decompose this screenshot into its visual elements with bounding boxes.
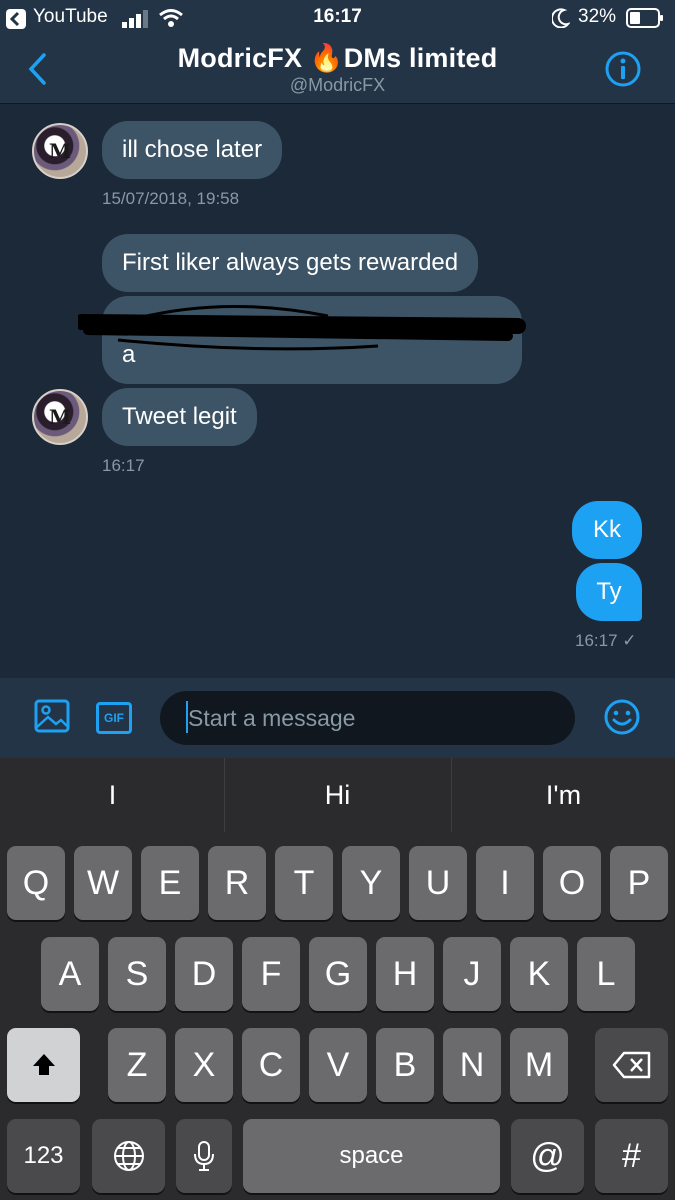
suggestion-3[interactable]: I'm [452,758,675,832]
key-f[interactable]: F [242,937,300,1011]
key-z[interactable]: Z [108,1028,166,1102]
key-j[interactable]: J [443,937,501,1011]
do-not-disturb-icon [550,8,571,29]
info-button[interactable] [604,50,642,88]
microphone-icon [194,1141,214,1171]
shift-arrow-icon [32,1054,55,1075]
key-c[interactable]: C [242,1028,300,1102]
globe-icon [113,1141,144,1171]
avatar[interactable]: M [32,389,88,445]
space-key[interactable]: space [243,1119,500,1193]
dm-screen: YouTube 16:17 32% ModricFX 🔥DMs limited … [0,0,675,1200]
image-button[interactable] [34,699,72,735]
avatar[interactable]: M [32,123,88,179]
avatar-letter: M [48,405,72,429]
smiley-icon [604,699,640,735]
numbers-key[interactable]: 123 [7,1119,80,1193]
key-o[interactable]: O [543,846,601,920]
message-bubble-incoming[interactable]: ill chose later [102,121,283,179]
key-v[interactable]: V [309,1028,367,1102]
dictation-key[interactable] [176,1119,232,1193]
shift-key[interactable] [7,1028,80,1102]
keyboard: I Hi I'm Q W E R T Y U I O P A S D F G H… [0,758,675,1200]
backspace-icon [612,1051,650,1079]
at-key[interactable]: @ [511,1119,584,1193]
key-x[interactable]: X [175,1028,233,1102]
key-e[interactable]: E [141,846,199,920]
key-u[interactable]: U [409,846,467,920]
top-bar: YouTube 16:17 32% ModricFX 🔥DMs limited … [0,0,675,104]
message-timestamp: 16:17 [102,456,145,475]
message-bubble-incoming[interactable]: Tweet legit [102,388,257,446]
avatar-letter: M [48,139,72,163]
key-d[interactable]: D [175,937,233,1011]
globe-key[interactable] [92,1119,165,1193]
clock: 16:17 [313,6,362,27]
gif-button[interactable]: GIF [96,702,132,734]
message-bubble-outgoing[interactable]: Kk [572,501,642,559]
message-composer: GIF Start a message [0,678,675,758]
image-icon [34,699,70,733]
key-i[interactable]: I [476,846,534,920]
key-k[interactable]: K [510,937,568,1011]
key-s[interactable]: S [108,937,166,1011]
message-bubble-incoming[interactable]: First liker always gets rewarded [102,234,479,292]
message-bubble-outgoing[interactable]: Ty [576,563,642,621]
key-m[interactable]: M [510,1028,568,1102]
delete-key[interactable] [595,1028,668,1102]
battery-icon [626,8,664,28]
conversation-handle: @ModricFX [289,75,386,95]
hash-key[interactable]: # [595,1119,668,1193]
key-g[interactable]: G [309,937,367,1011]
suggestion-1[interactable]: I [0,758,225,832]
sent-timestamp: 16:17 ✓ [575,631,637,650]
suggestion-2[interactable]: Hi [225,758,450,832]
redaction-scribble [78,305,526,351]
emoji-button[interactable] [603,698,641,736]
key-q[interactable]: Q [7,846,65,920]
key-r[interactable]: R [208,846,266,920]
key-l[interactable]: L [577,937,635,1011]
key-t[interactable]: T [275,846,333,920]
key-b[interactable]: B [376,1028,434,1102]
key-a[interactable]: A [41,937,99,1011]
key-n[interactable]: N [443,1028,501,1102]
key-y[interactable]: Y [342,846,400,920]
key-w[interactable]: W [74,846,132,920]
message-timestamp: 15/07/2018, 19:58 [102,189,240,208]
battery-percent: 32% [578,6,617,27]
text-caret [186,701,188,733]
conversation-title: ModricFX 🔥DMs limited [177,43,498,73]
key-p[interactable]: P [610,846,668,920]
info-icon [605,51,641,87]
key-h[interactable]: H [376,937,434,1011]
message-input[interactable]: Start a message [160,691,575,745]
